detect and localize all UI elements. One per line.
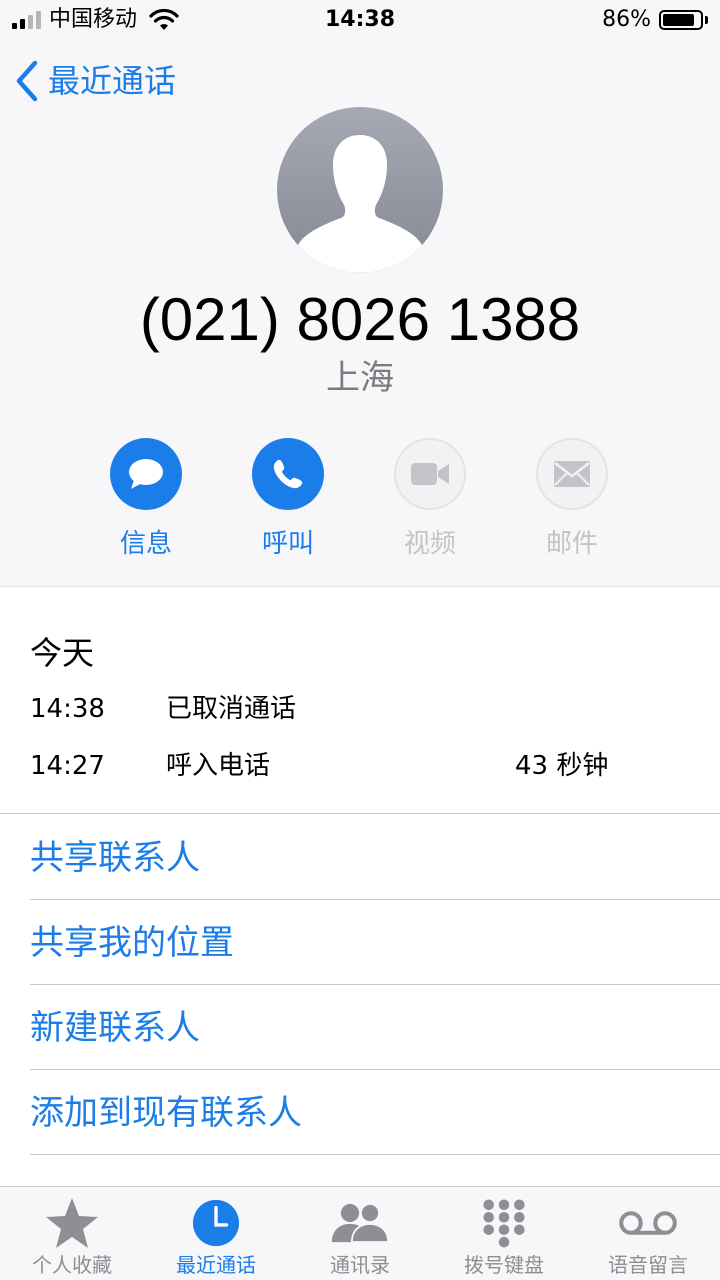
message-label: 信息 bbox=[119, 529, 172, 559]
call-history-day: 今天 bbox=[30, 634, 95, 672]
option-label: 共享我的位置 bbox=[30, 923, 234, 963]
message-bubble-icon bbox=[129, 459, 163, 489]
call-duration: 43 秒钟 bbox=[515, 751, 609, 781]
message-circle bbox=[110, 438, 182, 510]
tab-favorites[interactable]: 个人收藏 bbox=[0, 1187, 144, 1280]
share-contact-option[interactable]: 共享联系人 bbox=[0, 815, 720, 900]
tab-label: 通讯录 bbox=[330, 1253, 390, 1277]
star-icon bbox=[42, 1195, 102, 1251]
share-location-option[interactable]: 共享我的位置 bbox=[0, 900, 720, 985]
option-label: 共享联系人 bbox=[30, 838, 200, 878]
add-to-existing-contact-option[interactable]: 添加到现有联系人 bbox=[0, 1070, 720, 1155]
new-contact-option[interactable]: 新建联系人 bbox=[0, 985, 720, 1070]
video-button[interactable]: 视频 bbox=[370, 438, 490, 564]
call-time: 14:27 bbox=[30, 751, 105, 781]
option-label: 新建联系人 bbox=[30, 1008, 200, 1048]
video-circle bbox=[394, 438, 466, 510]
call-type: 已取消通话 bbox=[166, 694, 297, 724]
video-label: 视频 bbox=[403, 529, 456, 559]
call-label: 呼叫 bbox=[261, 529, 314, 559]
tab-keypad[interactable]: 拨号键盘 bbox=[432, 1187, 576, 1280]
call-entry: 14:27 呼入电话 43 秒钟 bbox=[0, 746, 720, 786]
battery-tip bbox=[705, 16, 708, 24]
tab-label: 语音留言 bbox=[608, 1253, 688, 1277]
clock-icon bbox=[186, 1195, 246, 1251]
option-label: 添加到现有联系人 bbox=[30, 1093, 302, 1133]
tab-label: 个人收藏 bbox=[32, 1253, 112, 1277]
contact-header: 最近通话 (021) 8026 1388 上海 信息 呼叫 视频 邮件 bbox=[0, 40, 720, 587]
call-entry: 14:38 已取消通话 bbox=[0, 689, 720, 729]
envelope-icon bbox=[554, 461, 590, 487]
contacts-icon bbox=[330, 1195, 390, 1251]
divider bbox=[0, 813, 720, 814]
keypad-icon bbox=[474, 1195, 534, 1251]
battery-icon bbox=[659, 10, 703, 30]
tab-voicemail[interactable]: 语音留言 bbox=[576, 1187, 720, 1280]
person-silhouette-icon bbox=[297, 135, 423, 273]
status-right: 86% bbox=[602, 6, 708, 34]
back-label: 最近通话 bbox=[48, 62, 177, 100]
tab-label: 拨号键盘 bbox=[464, 1253, 544, 1277]
action-buttons: 信息 呼叫 视频 邮件 bbox=[0, 438, 720, 568]
voicemail-icon bbox=[618, 1195, 678, 1251]
call-circle bbox=[252, 438, 324, 510]
message-button[interactable]: 信息 bbox=[86, 438, 206, 564]
tab-recents[interactable]: 最近通话 bbox=[144, 1187, 288, 1280]
battery-percent: 86% bbox=[602, 7, 651, 32]
video-camera-icon bbox=[411, 463, 449, 485]
phone-number: (021) 8026 1388 bbox=[139, 286, 581, 353]
battery-fill bbox=[663, 14, 694, 26]
call-time: 14:38 bbox=[30, 694, 105, 724]
tab-label: 最近通话 bbox=[176, 1253, 256, 1277]
divider bbox=[30, 1154, 720, 1155]
back-button[interactable]: 最近通话 bbox=[14, 58, 176, 104]
phone-screen: 中国移动 14:38 86% 最近通话 (021) 8026 1388 上海 信… bbox=[0, 0, 720, 1280]
mail-label: 邮件 bbox=[545, 529, 598, 559]
call-history: 今天 14:38 已取消通话 14:27 呼入电话 43 秒钟 bbox=[0, 587, 720, 814]
call-button[interactable]: 呼叫 bbox=[228, 438, 348, 564]
status-bar: 中国移动 14:38 86% bbox=[0, 0, 720, 40]
call-type: 呼入电话 bbox=[166, 751, 271, 781]
contact-options: 共享联系人 共享我的位置 新建联系人 添加到现有联系人 bbox=[0, 815, 720, 1155]
avatar bbox=[277, 107, 443, 273]
mail-button[interactable]: 邮件 bbox=[512, 438, 632, 564]
location-label: 上海 bbox=[326, 358, 394, 398]
tab-bar: 个人收藏 最近通话 通讯录 拨号键盘 语音留言 bbox=[0, 1186, 720, 1280]
tab-contacts[interactable]: 通讯录 bbox=[288, 1187, 432, 1280]
mail-circle bbox=[536, 438, 608, 510]
phone-icon bbox=[273, 459, 303, 489]
chevron-left-icon bbox=[16, 60, 38, 102]
